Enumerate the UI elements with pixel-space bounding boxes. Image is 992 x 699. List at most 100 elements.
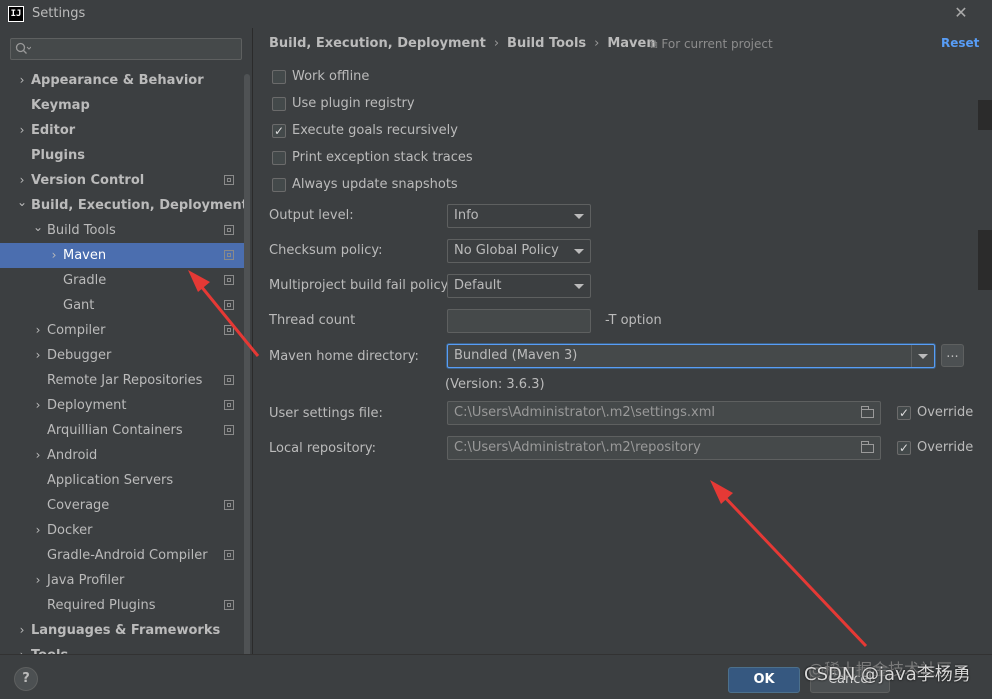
sidebar-item-java-profiler[interactable]: › Java Profiler: [0, 568, 244, 593]
sidebar-item-application-servers[interactable]: Application Servers: [0, 468, 244, 493]
sidebar-item-label: Java Profiler: [47, 573, 125, 588]
sidebar-item-label: Compiler: [47, 323, 106, 338]
chevron-right-icon[interactable]: ›: [32, 393, 44, 418]
breadcrumb-build-execution-deployment[interactable]: Build, Execution, Deployment: [269, 36, 486, 51]
chevron-right-icon[interactable]: ›: [16, 168, 28, 193]
sidebar-item-required-plugins[interactable]: Required Plugins: [0, 593, 244, 618]
fail-policy-label: Multiproject build fail policy:: [269, 278, 452, 293]
sidebar-item-editor[interactable]: › Editor: [0, 118, 244, 143]
sidebar-item-keymap[interactable]: Keymap: [0, 93, 244, 118]
sidebar-item-gradle[interactable]: Gradle: [0, 268, 244, 293]
reset-link[interactable]: Reset: [941, 36, 979, 50]
chevron-right-icon[interactable]: ›: [16, 68, 28, 93]
browse-maven-home-button[interactable]: ...: [941, 344, 964, 367]
chevron-right-icon[interactable]: ›: [16, 643, 28, 654]
sidebar-item-languages-frameworks[interactable]: › Languages & Frameworks: [0, 618, 244, 643]
chevron-right-icon[interactable]: ›: [32, 518, 44, 543]
user-settings-value: C:\Users\Administrator\.m2\settings.xml: [454, 405, 716, 420]
checkbox-box[interactable]: [897, 438, 911, 458]
checkbox-box[interactable]: [272, 178, 286, 192]
sidebar-item-remote-jar-repositories[interactable]: Remote Jar Repositories: [0, 368, 244, 393]
local-repository-value: C:\Users\Administrator\.m2\repository: [454, 440, 701, 455]
sidebar-item-android[interactable]: › Android: [0, 443, 244, 468]
window-title: Settings: [32, 6, 86, 21]
sidebar-item-tools[interactable]: ›Tools: [0, 643, 244, 654]
chevron-right-icon[interactable]: ›: [32, 318, 44, 343]
title-bar: IJ Settings ✕: [0, 0, 992, 28]
sidebar-item-maven[interactable]: › Maven: [0, 243, 244, 268]
sidebar-item-plugins[interactable]: Plugins: [0, 143, 244, 168]
output-level-label: Output level:: [269, 208, 354, 223]
sidebar-item-appearance-behavior[interactable]: › Appearance & Behavior: [0, 68, 244, 93]
sidebar-item-label: Tools: [31, 643, 68, 654]
chevron-down-icon: [574, 214, 584, 219]
search-icon: [15, 42, 31, 54]
sidebar-item-build-tools[interactable]: ⌄ Build Tools: [0, 218, 244, 243]
chevron-down-icon: [574, 284, 584, 289]
checkbox-box[interactable]: [272, 151, 286, 165]
local-repository-field[interactable]: C:\Users\Administrator\.m2\repository: [447, 436, 881, 460]
checkbox-box[interactable]: [272, 97, 286, 111]
override-label: Override: [917, 440, 974, 455]
project-scope-icon: [224, 225, 234, 235]
background-window-edge: [978, 230, 992, 290]
fail-policy-dropdown[interactable]: Default: [447, 274, 591, 298]
sidebar-item-arquillian-containers[interactable]: Arquillian Containers: [0, 418, 244, 443]
chevron-right-icon[interactable]: ›: [32, 443, 44, 468]
maven-home-value: Bundled (Maven 3): [454, 348, 578, 363]
fail-policy-value: Default: [454, 278, 502, 293]
sidebar-item-gradle-android-compiler[interactable]: Gradle-Android Compiler: [0, 543, 244, 568]
sidebar-item-docker[interactable]: › Docker: [0, 518, 244, 543]
sidebar-item-version-control[interactable]: › Version Control: [0, 168, 244, 193]
chevron-down-icon[interactable]: [911, 345, 934, 367]
output-level-dropdown[interactable]: Info: [447, 204, 591, 228]
search-input[interactable]: [10, 38, 242, 60]
project-scope-icon: [224, 250, 234, 260]
checkbox-box[interactable]: [897, 403, 911, 423]
chevron-right-icon[interactable]: ›: [48, 243, 60, 268]
breadcrumb-separator: ›: [493, 36, 500, 51]
settings-sidebar: › Appearance & Behavior Keymap › Editor Plugi…: [0, 28, 253, 654]
checkbox-box[interactable]: [272, 121, 286, 141]
chevron-right-icon[interactable]: ›: [32, 343, 44, 368]
maven-settings-panel: Build, Execution, Deployment › Build Tools…: [253, 28, 992, 654]
sidebar-item-debugger[interactable]: › Debugger: [0, 343, 244, 368]
breadcrumb-build-tools[interactable]: Build Tools: [507, 36, 586, 51]
project-scope-icon: [224, 325, 234, 335]
chevron-down-icon: [574, 249, 584, 254]
sidebar-item-label: Keymap: [31, 98, 90, 113]
chevron-right-icon[interactable]: ›: [16, 118, 28, 143]
project-scope-icon: [224, 400, 234, 410]
user-settings-field[interactable]: C:\Users\Administrator\.m2\settings.xml: [447, 401, 881, 425]
project-scope-icon: [224, 600, 234, 610]
sidebar-item-coverage[interactable]: Coverage: [0, 493, 244, 518]
sidebar-item-label: Android: [47, 448, 98, 463]
chevron-right-icon[interactable]: ›: [16, 618, 28, 643]
checkbox-label: Work offline: [292, 69, 370, 84]
folder-icon[interactable]: [861, 441, 874, 453]
sidebar-item-label: Deployment: [47, 398, 127, 413]
chevron-right-icon[interactable]: ›: [32, 568, 44, 593]
checksum-policy-dropdown[interactable]: No Global Policy: [447, 239, 591, 263]
chevron-down-icon[interactable]: ⌄: [32, 218, 44, 243]
checkbox-label: Print exception stack traces: [292, 150, 473, 165]
close-icon[interactable]: ✕: [952, 4, 970, 22]
sidebar-item-label: Arquillian Containers: [47, 423, 183, 438]
folder-icon[interactable]: [861, 406, 874, 418]
sidebar-scrollbar[interactable]: [244, 74, 250, 654]
ok-button[interactable]: OK: [728, 667, 800, 693]
background-window-edge: [978, 100, 992, 130]
thread-count-input[interactable]: [447, 309, 591, 333]
checkbox-box[interactable]: [272, 70, 286, 84]
for-current-project-label: ⧉ For current project: [649, 37, 773, 51]
chevron-down-icon[interactable]: ⌄: [16, 193, 28, 218]
help-button[interactable]: ?: [14, 667, 38, 691]
sidebar-item-label: Appearance & Behavior: [31, 73, 204, 88]
sidebar-item-build-execution-deployment[interactable]: ⌄ Build, Execution, Deployment: [0, 193, 248, 218]
sidebar-item-label: Gant: [63, 298, 95, 313]
sidebar-item-deployment[interactable]: › Deployment: [0, 393, 244, 418]
sidebar-item-gant[interactable]: Gant: [0, 293, 244, 318]
maven-home-dropdown[interactable]: Bundled (Maven 3): [447, 344, 935, 368]
sidebar-item-compiler[interactable]: › Compiler: [0, 318, 244, 343]
maven-version-text: (Version: 3.6.3): [445, 377, 545, 392]
